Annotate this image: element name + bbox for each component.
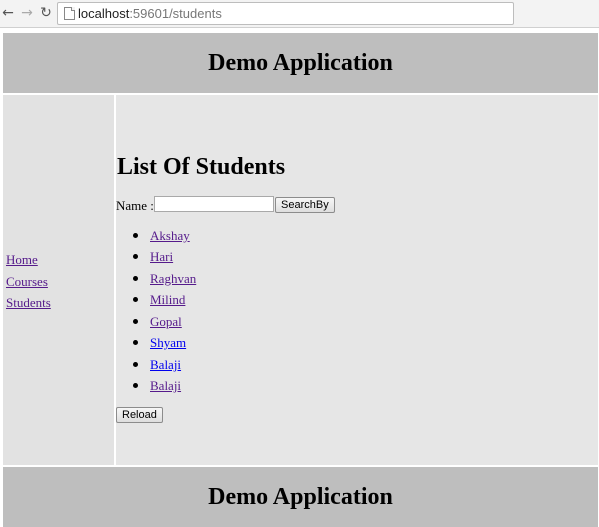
main-content: List Of Students Name : SearchBy Akshay … bbox=[116, 95, 598, 465]
student-link[interactable]: Hari bbox=[150, 249, 173, 265]
address-bar[interactable]: localhost:59601/students bbox=[57, 2, 514, 25]
bullet-icon bbox=[133, 297, 138, 302]
student-link[interactable]: Balaji bbox=[150, 357, 181, 373]
page-footer: Demo Application bbox=[3, 467, 598, 527]
bullet-icon bbox=[133, 383, 138, 388]
sidebar: Home Courses Students bbox=[3, 95, 116, 465]
footer-title: Demo Application bbox=[208, 483, 393, 510]
back-arrow-icon[interactable]: ← bbox=[0, 4, 16, 22]
search-label: Name : bbox=[116, 198, 154, 213]
bullet-icon bbox=[133, 319, 138, 324]
bullet-icon bbox=[133, 254, 138, 259]
student-link[interactable]: Akshay bbox=[150, 228, 190, 244]
bullet-icon bbox=[133, 276, 138, 281]
forward-arrow-icon[interactable]: → bbox=[19, 4, 35, 22]
sidebar-item-students[interactable]: Students bbox=[6, 295, 51, 311]
student-link[interactable]: Milind bbox=[150, 292, 185, 308]
reload-icon[interactable]: ↻ bbox=[38, 4, 54, 22]
url-text[interactable]: localhost:59601/students bbox=[78, 4, 222, 23]
bullet-icon bbox=[133, 362, 138, 367]
student-link[interactable]: Raghvan bbox=[150, 271, 196, 287]
student-link[interactable]: Shyam bbox=[150, 335, 186, 351]
page-title: List Of Students bbox=[117, 154, 286, 180]
url-rest: :59601/students bbox=[129, 6, 222, 21]
bullet-icon bbox=[133, 340, 138, 345]
student-link[interactable]: Balaji bbox=[150, 378, 181, 394]
bullet-icon bbox=[133, 233, 138, 238]
url-host: localhost bbox=[78, 6, 130, 21]
search-by-button[interactable]: SearchBy bbox=[275, 197, 335, 213]
sidebar-item-courses[interactable]: Courses bbox=[6, 274, 48, 290]
name-search-input[interactable] bbox=[154, 196, 274, 212]
student-link[interactable]: Gopal bbox=[150, 314, 182, 330]
header-title: Demo Application bbox=[208, 49, 393, 76]
reload-button[interactable]: Reload bbox=[116, 407, 163, 423]
browser-toolbar: ← → ↻ localhost:59601/students bbox=[0, 0, 599, 28]
page-icon bbox=[64, 7, 75, 20]
sidebar-item-home[interactable]: Home bbox=[6, 252, 38, 268]
page-header: Demo Application bbox=[3, 33, 598, 93]
